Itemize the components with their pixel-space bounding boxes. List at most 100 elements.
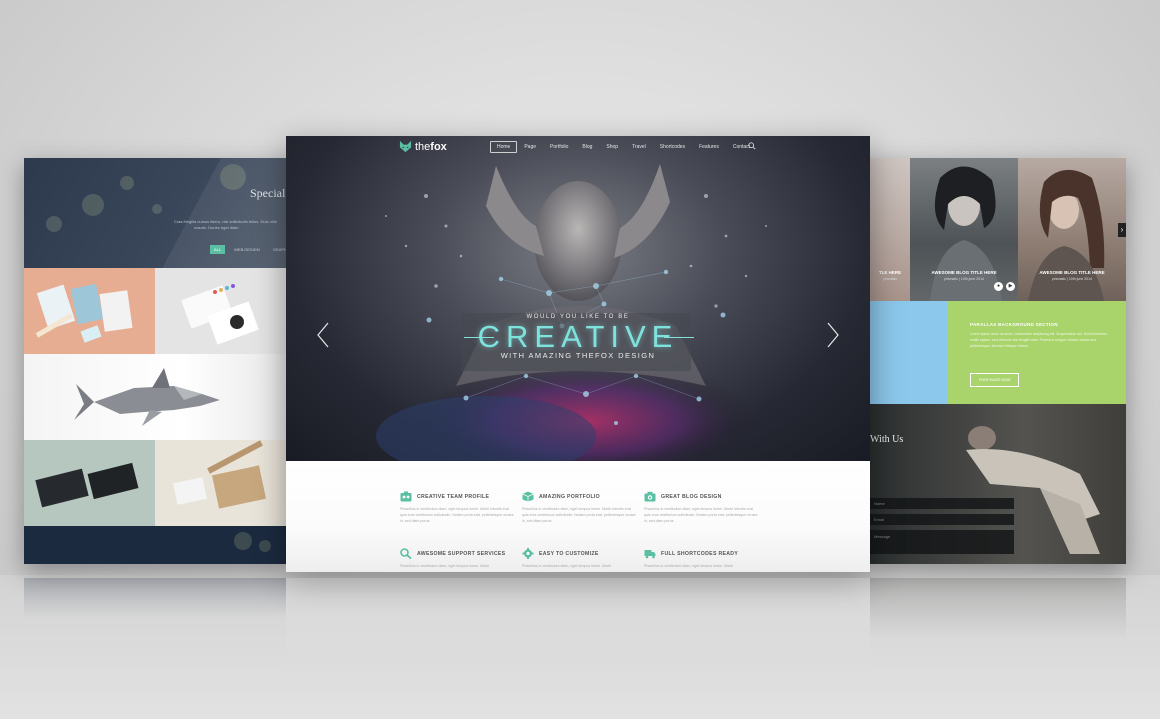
- message-field[interactable]: Message: [870, 530, 1014, 554]
- bokeh-light: [220, 164, 246, 190]
- filter-web-design[interactable]: WEB DESIGN: [230, 245, 264, 254]
- team-icon: [400, 491, 412, 502]
- reflection-right: [870, 578, 1126, 638]
- slider-next-arrow-icon[interactable]: [826, 322, 840, 348]
- feature-title: EASY TO CUSTOMIZE: [539, 550, 599, 557]
- arrow-icon[interactable]: ▶: [1006, 282, 1015, 291]
- bokeh-light: [120, 176, 134, 190]
- craft-kit-image: [173, 440, 267, 509]
- main-navigation: thefox Home Page Portfolio Blog Shop Tra…: [286, 136, 870, 158]
- gear-icon: [522, 548, 534, 559]
- blue-block: [870, 301, 948, 404]
- blog-title: AWESOME BLOG TITLE HERE: [1039, 270, 1105, 275]
- business-cards-image: [181, 284, 259, 345]
- dark-cards-image: [35, 462, 139, 508]
- feature-title: AWESOME SUPPORT SERVICES: [417, 550, 506, 557]
- slide-tagline: WITH AMAZING THEFOX DESIGN: [500, 351, 656, 360]
- thefox-logo[interactable]: thefox: [399, 140, 447, 153]
- email-field[interactable]: Email: [870, 514, 1014, 525]
- slide-rule-right: [664, 337, 694, 338]
- filter-graphic-design[interactable]: GRAPHIC D: [269, 245, 286, 254]
- features-section: CREATIVE TEAM PROFILE Phasellus in vesti…: [286, 461, 870, 572]
- feature-text: Phasellus in vestibulum diam, eget tempu…: [400, 564, 490, 568]
- portfolio-footer: [24, 526, 286, 564]
- reflection-center: [286, 578, 870, 678]
- feature-text: Phasellus in vestibulum diam, eget tempu…: [400, 507, 514, 523]
- blog-meta: prismatic | 10th june 2014: [1051, 277, 1093, 281]
- bokeh-light: [82, 194, 104, 216]
- nav-item-travel[interactable]: Travel: [625, 141, 653, 153]
- parallax-section: PARALLAX BACKGROUND SECTION Lorem ipsum …: [948, 301, 1126, 404]
- nav-item-features[interactable]: Features: [692, 141, 726, 153]
- reflection-left: [24, 578, 286, 618]
- purchase-now-button[interactable]: PURCHASE NOW: [970, 373, 1020, 387]
- feature-blog-design: GREAT BLOG DESIGN Phasellus in vestibulu…: [644, 491, 759, 524]
- left-preview-portfolio: Special Po Cras fringilla cursus libero,…: [24, 158, 286, 564]
- feature-text: Phasellus in vestibulum diam, eget tempu…: [522, 564, 612, 568]
- camera-icon: [644, 491, 656, 502]
- blog-title: AWESOME BLOG TITLE HERE: [931, 270, 997, 275]
- nav-menu: Home Page Portfolio Blog Shop Travel Sho…: [490, 141, 757, 153]
- slider-prev-arrow-icon[interactable]: [316, 322, 330, 348]
- feature-title: CREATIVE TEAM PROFILE: [417, 493, 490, 500]
- feature-text: Phasellus in vestibulum diam, eget tempu…: [644, 507, 758, 523]
- feature-text: Phasellus in vestibulum diam, eget tempu…: [522, 507, 636, 523]
- slide-heading: CREATIVE: [477, 319, 679, 354]
- link-icon[interactable]: ●: [994, 282, 1003, 291]
- parallax-text: Lorem ipsum dolor sit amet, consectetur …: [970, 332, 1108, 348]
- bokeh-light: [46, 216, 62, 232]
- feature-portfolio: AMAZING PORTFOLIO Phasellus in vestibulu…: [522, 491, 637, 524]
- blog-meta: prismatic: [882, 277, 897, 281]
- right-preview-blog: TLE HERE prismatic AWESOME BLOG TITLE HE…: [870, 158, 1126, 564]
- stationery-image: [35, 283, 133, 343]
- nav-item-page[interactable]: Page: [517, 141, 543, 153]
- feature-text: Phasellus in vestibulum diam, eget tempu…: [644, 564, 734, 568]
- hero-slider: thefox Home Page Portfolio Blog Shop Tra…: [286, 136, 870, 461]
- truck-icon: [644, 550, 656, 559]
- social-icons: ● ▶: [994, 282, 1015, 291]
- bokeh-light: [259, 540, 271, 552]
- portfolio-tile-dark-cards[interactable]: [24, 440, 155, 526]
- name-field[interactable]: Name: [870, 498, 1014, 509]
- portfolio-tile-craft-kit[interactable]: [155, 440, 286, 526]
- blog-item-2[interactable]: AWESOME BLOG TITLE HERE prismatic | 10th…: [910, 158, 1018, 301]
- nav-item-shortcodes[interactable]: Shortcodes: [653, 141, 692, 153]
- feature-title: AMAZING PORTFOLIO: [539, 493, 601, 500]
- portfolio-tile-stationery[interactable]: [24, 268, 155, 354]
- nav-item-home[interactable]: Home: [490, 141, 518, 153]
- feature-title: FULL SHORTCODES READY: [661, 550, 739, 557]
- feature-customize: EASY TO CUSTOMIZE Phasellus in vestibulu…: [522, 548, 637, 569]
- portfolio-tile-business-cards[interactable]: [155, 268, 286, 354]
- search-icon[interactable]: [748, 142, 756, 150]
- nav-item-portfolio[interactable]: Portfolio: [543, 141, 575, 153]
- shark-image: [74, 368, 220, 426]
- portfolio-subtitle-2: mauris. Donec eget diam: [194, 225, 239, 230]
- portfolio-subtitle: Cras fringilla cursus libero, nisi solli…: [174, 219, 278, 224]
- contact-title: With Us: [870, 434, 904, 445]
- blog-item-3[interactable]: AWESOME BLOG TITLE HERE prismatic | 10th…: [1018, 158, 1126, 301]
- nav-item-blog[interactable]: Blog: [575, 141, 599, 153]
- logo-text: thefox: [415, 140, 447, 153]
- contact-section: With Us Name Email Message: [870, 404, 1126, 564]
- feature-support: AWESOME SUPPORT SERVICES Phasellus in ve…: [400, 548, 515, 569]
- blog-item-1[interactable]: TLE HERE prismatic: [870, 158, 910, 301]
- floor-reflection: [24, 578, 1126, 678]
- center-preview-homepage: thefox Home Page Portfolio Blog Shop Tra…: [286, 136, 870, 572]
- search-icon: [400, 548, 412, 559]
- cube-icon: [522, 491, 534, 502]
- parallax-title: PARALLAX BACKGROUND SECTION: [970, 322, 1058, 327]
- feature-title: GREAT BLOG DESIGN: [661, 493, 722, 500]
- portfolio-tile-shark[interactable]: [24, 354, 286, 440]
- nav-item-shop[interactable]: Shop: [599, 141, 625, 153]
- blog-title: TLE HERE: [878, 270, 902, 275]
- portfolio-filters: ALL WEB DESIGN GRAPHIC D: [210, 245, 286, 254]
- chevron-right-icon[interactable]: ›: [1118, 223, 1126, 237]
- fox-icon: [399, 140, 412, 153]
- filter-all[interactable]: ALL: [210, 245, 226, 254]
- portfolio-hero: Special Po Cras fringilla cursus libero,…: [24, 158, 286, 268]
- feature-shortcodes: FULL SHORTCODES READY Phasellus in vesti…: [644, 548, 759, 569]
- portfolio-title: Special Po: [250, 186, 286, 200]
- feature-creative-team: CREATIVE TEAM PROFILE Phasellus in vesti…: [400, 491, 515, 524]
- blog-meta: prismatic | 10th june 2014: [943, 277, 985, 281]
- hero-artwork: [376, 164, 767, 461]
